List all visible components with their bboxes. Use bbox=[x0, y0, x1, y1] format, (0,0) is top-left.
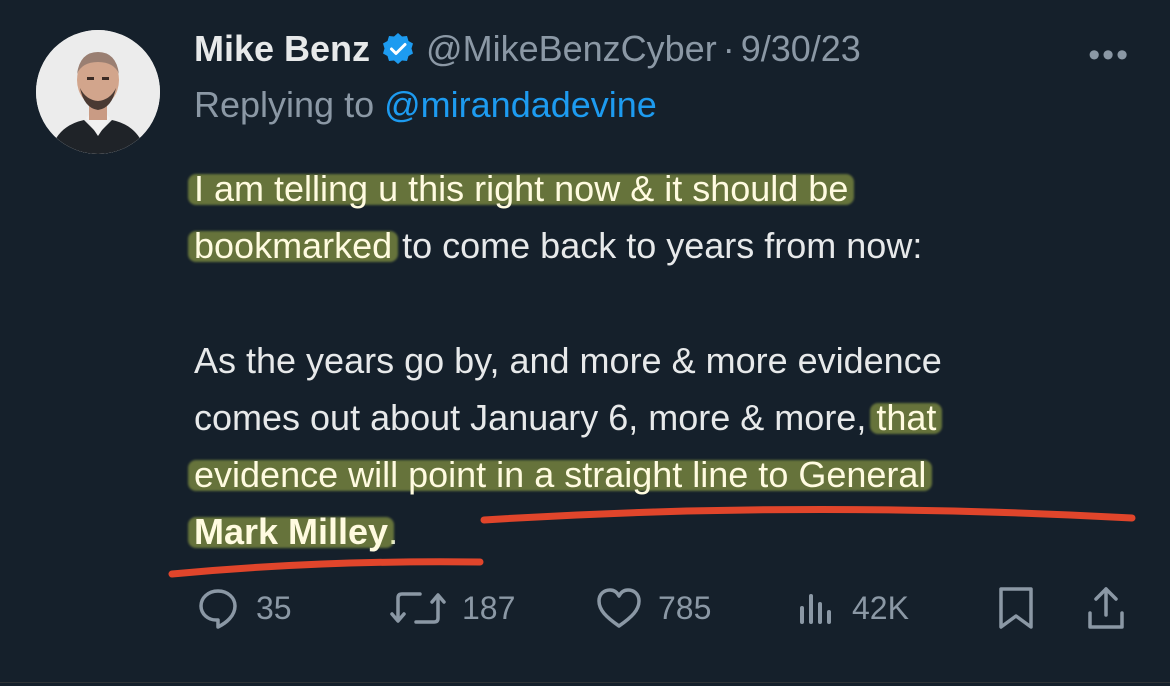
like-button[interactable]: 785 bbox=[596, 580, 711, 636]
share-icon bbox=[1088, 587, 1124, 629]
text-segment: bookmarked bbox=[194, 225, 393, 266]
highlighted-text: Mark Milley bbox=[194, 511, 388, 552]
author-handle[interactable]: @MikeBenzCyber bbox=[426, 28, 717, 70]
separator-dot: · bbox=[722, 28, 735, 69]
view-count: 42K bbox=[852, 589, 909, 626]
reply-context: Replying to @mirandadevine bbox=[194, 84, 657, 126]
text-segment: to come back to years from now: bbox=[392, 225, 923, 266]
text-line: I am telling u this right now & it shoul… bbox=[194, 160, 1144, 217]
reply-mention-link[interactable]: @mirandadevine bbox=[384, 84, 657, 125]
text-line: evidence will point in a straight line t… bbox=[194, 446, 1144, 503]
reply-icon bbox=[199, 589, 237, 629]
tweet-actions: 35 187 785 42K bbox=[0, 580, 1170, 640]
retweet-icon bbox=[390, 592, 446, 624]
reply-count: 35 bbox=[256, 589, 292, 626]
text-line: As the years go by, and more & more evid… bbox=[194, 332, 1144, 389]
text-segment: Mark Milley bbox=[194, 511, 389, 552]
tweet[interactable]: Mike Benz @MikeBenzCyber · 9/30/23 ••• R… bbox=[0, 0, 1170, 686]
analytics-icon bbox=[800, 594, 831, 624]
bookmark-button[interactable] bbox=[996, 580, 1052, 636]
highlighted-text: I am telling u this right now & it shoul… bbox=[194, 168, 848, 209]
highlighted-text: evidence will point in a straight line t… bbox=[194, 454, 926, 495]
tweet-date[interactable]: 9/30/23 bbox=[741, 28, 861, 70]
share-button[interactable] bbox=[1086, 580, 1142, 636]
text-line: comes out about January 6, more & more, … bbox=[194, 389, 1144, 446]
text-segment: comes out about January 6, more & more, bbox=[194, 397, 877, 438]
highlighted-text: bookmarked bbox=[194, 225, 392, 266]
avatar[interactable] bbox=[36, 30, 160, 154]
retweet-count: 187 bbox=[462, 589, 516, 626]
divider bbox=[0, 682, 1170, 683]
heart-icon bbox=[597, 588, 641, 628]
highlighted-text: that bbox=[876, 397, 936, 438]
reply-prefix: Replying to bbox=[194, 84, 375, 125]
bookmark-icon bbox=[999, 587, 1033, 629]
tweet-header: Mike Benz @MikeBenzCyber · 9/30/23 bbox=[194, 24, 861, 74]
views-button[interactable]: 42K bbox=[796, 580, 909, 636]
text-line: bookmarked to come back to years from no… bbox=[194, 217, 1144, 274]
retweet-button[interactable]: 187 bbox=[390, 580, 515, 636]
text-segment: As the years go by, and more & more evid… bbox=[194, 340, 942, 381]
more-options-icon[interactable]: ••• bbox=[1088, 36, 1130, 75]
like-count: 785 bbox=[658, 589, 712, 626]
text-line: Mark Milley. bbox=[194, 503, 1144, 560]
tweet-text: I am telling u this right now & it shoul… bbox=[194, 160, 1144, 560]
text-segment: I am telling u this right now & it shoul… bbox=[194, 168, 849, 209]
author-name[interactable]: Mike Benz bbox=[194, 28, 370, 70]
text-segment: that bbox=[876, 397, 937, 438]
verified-badge-icon bbox=[380, 31, 416, 67]
reply-button[interactable]: 35 bbox=[196, 580, 292, 636]
text-segment: evidence will point in a straight line t… bbox=[194, 454, 927, 495]
